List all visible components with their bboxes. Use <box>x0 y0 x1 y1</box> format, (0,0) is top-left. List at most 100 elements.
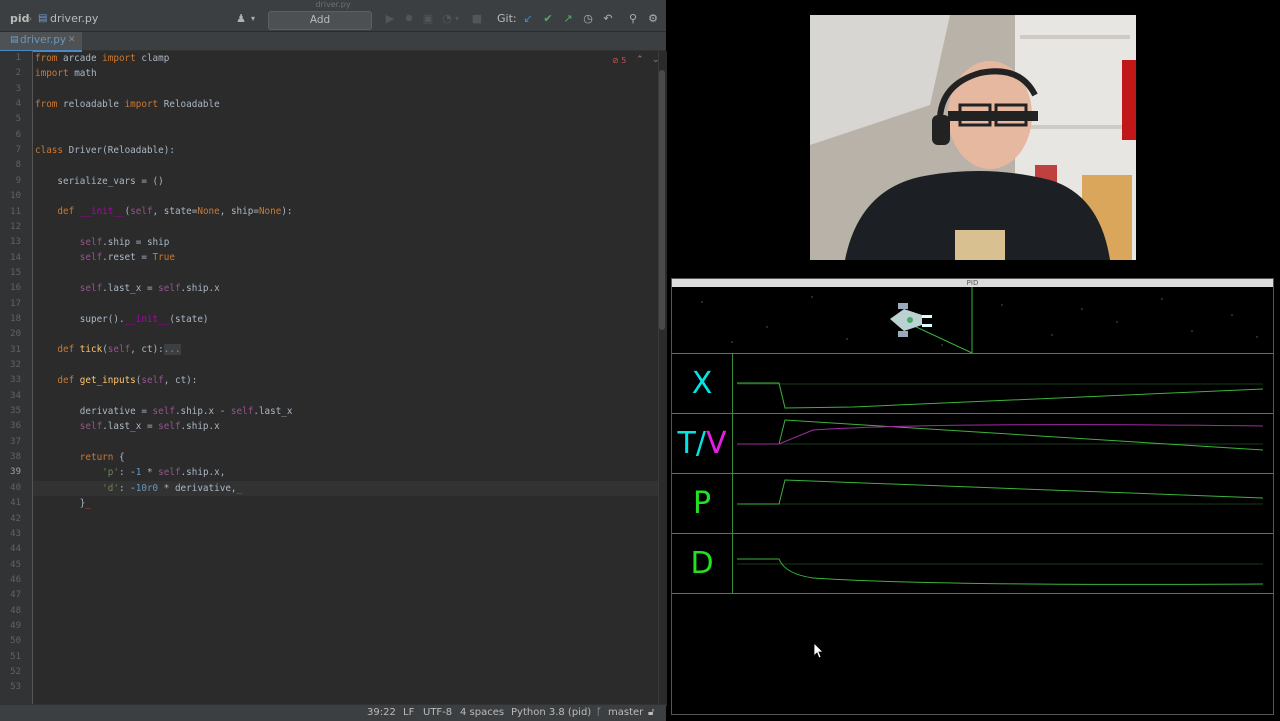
gear-icon[interactable]: ⚙ <box>646 12 660 26</box>
search-icon[interactable]: ⚲ <box>626 12 640 26</box>
git-push-icon[interactable]: ↗ <box>561 12 575 26</box>
graph-label-p: P <box>672 474 733 534</box>
p-plot <box>737 479 1264 505</box>
line-separator[interactable]: LF <box>403 707 414 719</box>
line-number: 3 <box>15 83 21 94</box>
pid-window-title[interactable]: PID <box>672 279 1273 287</box>
line-number: 1 <box>15 53 21 63</box>
scrollbar-thumb[interactable] <box>659 70 665 330</box>
python-file-icon: ▤ <box>38 13 48 24</box>
line-number: 37 <box>10 436 21 447</box>
inspection-indicator[interactable]: ⊘ 5 <box>612 56 626 65</box>
line-number: 5 <box>15 114 21 125</box>
caret-position[interactable]: 39:22 <box>367 707 396 719</box>
line-number: 47 <box>10 590 21 601</box>
chevron-up-icon[interactable]: ⌃ <box>636 55 644 65</box>
line-number: 4 <box>15 99 21 110</box>
line-number: 50 <box>10 636 21 647</box>
code-line: from arcade import clamp <box>35 53 170 64</box>
code-line: return { <box>79 452 125 463</box>
git-branch[interactable]: master <box>608 707 643 719</box>
graph-label-d: D <box>672 534 733 594</box>
line-number: 16 <box>10 283 21 294</box>
code-line: self.reset = True <box>79 252 175 263</box>
lock-icon[interactable]: 🔓︎ <box>648 707 654 719</box>
git-update-icon[interactable]: ↙ <box>521 12 535 26</box>
label-v: V <box>705 426 727 461</box>
mouse-cursor-icon <box>814 643 824 659</box>
graph-row-x: X <box>672 353 1273 414</box>
line-number: 49 <box>10 620 21 631</box>
chevron-down-icon[interactable]: ▾ <box>450 12 464 26</box>
label-p: P <box>692 486 712 521</box>
git-commit-icon[interactable]: ✔ <box>541 12 555 26</box>
line-number: 20 <box>10 329 21 340</box>
breadcrumb-separator: › <box>28 12 33 25</box>
space-viewport <box>672 287 1273 354</box>
tab-label: driver.py <box>20 34 67 46</box>
line-number: 41 <box>10 498 21 509</box>
pid-window: PID X T/V P D <box>671 278 1274 715</box>
line-number: 51 <box>10 651 21 662</box>
line-number: 39 <box>10 467 21 478</box>
stop-icon[interactable]: ■ <box>470 12 484 26</box>
code-line: }_ <box>35 498 91 509</box>
debug-icon[interactable]: ✹ <box>402 12 416 26</box>
line-number: 7 <box>15 145 21 156</box>
code-line: self.last_x = self.ship.x <box>79 283 220 294</box>
graph-row-d: D <box>672 533 1273 594</box>
code-line: def tick(self, ct):... <box>57 344 181 355</box>
code-line: def __init__(self, state=None, ship=None… <box>57 206 293 217</box>
code-line: self.ship = ship <box>79 237 170 248</box>
main-toolbar: pid › ▤ driver.py ♟ ▾ Add Configuration.… <box>0 9 666 43</box>
line-number: 31 <box>10 344 21 355</box>
git-label: Git: <box>497 12 517 25</box>
code-line: from reloadable import Reloadable <box>35 99 220 110</box>
d-plot <box>737 558 1264 585</box>
code-line: super().__init__(state) <box>35 314 209 325</box>
line-number: 33 <box>10 375 21 386</box>
code-line: 'p': -1 * self.ship.x, <box>102 467 226 478</box>
chevron-down-icon[interactable]: ▾ <box>246 12 260 26</box>
line-number: 12 <box>10 221 21 232</box>
tab-driver-py[interactable]: ▤ driver.py ✕ <box>0 32 82 52</box>
python-file-icon: ▤ <box>10 35 19 45</box>
code-line: import math <box>35 68 97 79</box>
line-number: 48 <box>10 605 21 616</box>
line-number: 36 <box>10 421 21 432</box>
label-d: D <box>690 546 714 581</box>
add-configuration-button[interactable]: Add Configuration... <box>268 11 372 43</box>
line-number: 10 <box>10 191 21 202</box>
python-interpreter[interactable]: Python 3.8 (pid) <box>511 707 591 719</box>
code-line: derivative = self.ship.x - self.last_x <box>35 406 293 417</box>
indent-setting[interactable]: 4 spaces <box>460 707 504 719</box>
graph-label-x: X <box>672 354 733 414</box>
ide-title-bar: driver.py <box>0 0 666 9</box>
code-line: self.last_x = self.ship.x <box>79 421 220 432</box>
close-icon[interactable]: ✕ <box>68 32 76 49</box>
tv-plot <box>737 419 1264 451</box>
run-icon[interactable]: ▶ <box>383 12 397 26</box>
line-number: 15 <box>10 267 21 278</box>
line-number: 42 <box>10 513 21 524</box>
webcam-overlay <box>810 15 1136 260</box>
breadcrumb-file[interactable]: driver.py <box>50 12 98 26</box>
line-number: 46 <box>10 574 21 585</box>
coverage-icon[interactable]: ▣ <box>421 12 435 26</box>
label-t: T/ <box>677 426 706 461</box>
history-icon[interactable]: ◷ <box>581 12 595 26</box>
presenter-video <box>810 15 1136 260</box>
line-number: 44 <box>10 544 21 555</box>
code-line: def get_inputs(self, ct): <box>57 375 198 386</box>
file-encoding[interactable]: UTF-8 <box>423 707 452 719</box>
line-number: 17 <box>10 298 21 309</box>
line-number: 40 <box>10 482 21 493</box>
line-number: 18 <box>10 313 21 324</box>
breadcrumb-project[interactable]: pid <box>10 12 30 26</box>
line-number: 9 <box>15 175 21 186</box>
line-number: 38 <box>10 452 21 463</box>
code-line: serialize_vars = () <box>35 176 164 187</box>
space-scene <box>701 287 1258 354</box>
rollback-icon[interactable]: ↶ <box>601 12 615 26</box>
line-number: 45 <box>10 559 21 570</box>
